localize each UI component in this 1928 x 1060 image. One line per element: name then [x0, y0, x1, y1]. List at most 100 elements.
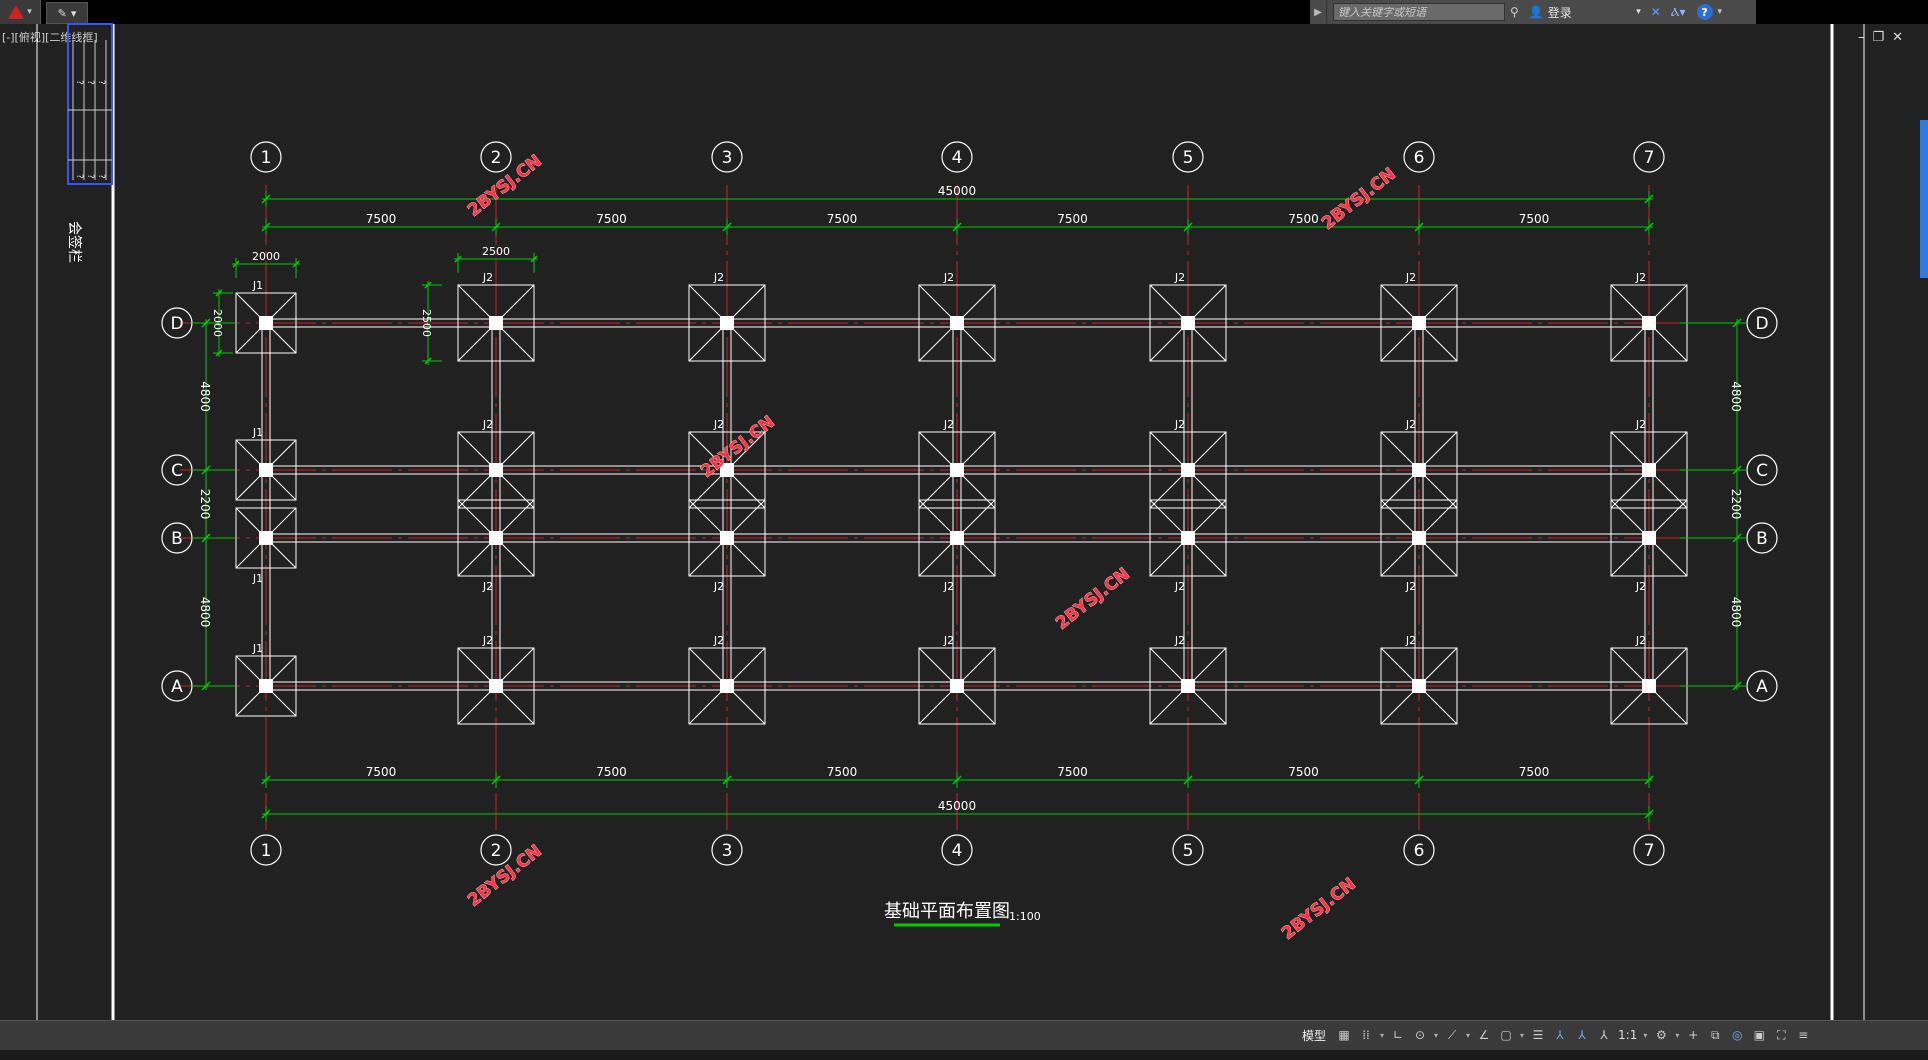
footing-label: J2	[1174, 634, 1185, 647]
footing-label: J2	[482, 634, 493, 647]
isometric-icon[interactable]: ⟋	[1442, 1024, 1462, 1046]
column-stub	[259, 679, 273, 693]
countersign-mark: ?	[85, 80, 95, 85]
customize-menu-icon[interactable]: ≡	[1793, 1024, 1813, 1046]
watermark-text: 2BYSJ.CN	[464, 151, 546, 221]
footing-label: J1	[252, 426, 263, 439]
clean-screen-icon[interactable]: ⛶	[1771, 1024, 1791, 1046]
isolate-objects-icon[interactable]: ◎	[1727, 1024, 1747, 1046]
grid-bubble-label: 4	[952, 148, 963, 168]
grid-bubble-label: 2	[491, 148, 502, 168]
column-stub	[1642, 531, 1656, 545]
column-stub	[1642, 316, 1656, 330]
lineweight-icon[interactable]: ☰	[1528, 1024, 1548, 1046]
countersign-mark: ?	[74, 80, 84, 85]
chevron-down-icon[interactable]: ▾	[1432, 1031, 1440, 1040]
annotation-scale-icon[interactable]: ⅄	[1594, 1024, 1614, 1046]
footing-label: J2	[482, 271, 493, 284]
snap-icon[interactable]: ⁞⁞	[1356, 1024, 1376, 1046]
dimension-text: 45000	[938, 799, 976, 813]
grid-bubble-label: C	[171, 461, 183, 481]
footing-label: J2	[1635, 418, 1646, 431]
plus-icon[interactable]: +	[1683, 1024, 1703, 1046]
footing-label: J2	[1635, 271, 1646, 284]
dimension-text: 7500	[596, 212, 627, 226]
hardware-acceleration-icon[interactable]: ▣	[1749, 1024, 1769, 1046]
dimension-text: 7500	[1288, 765, 1319, 779]
column-stub	[950, 316, 964, 330]
dimension-text: 4800	[1729, 597, 1743, 628]
foundation-plan: J1 J2 J2 J2 J2 J2 J2 J1 J2 J2 J2 J2 J2 J2 J1 J2 J2 J2 J2 J2…	[161, 141, 1778, 944]
grid-icon[interactable]: ▦	[1334, 1024, 1354, 1046]
countersign-mark: ?	[96, 80, 106, 85]
countersign-mark: ?	[96, 174, 106, 179]
drawing-scale: 1:100	[1009, 910, 1041, 923]
footing-label: J2	[1405, 271, 1416, 284]
annotation-visibility-icon[interactable]: ⅄	[1550, 1024, 1570, 1046]
footing-label: J2	[482, 418, 493, 431]
footing-label: J2	[943, 634, 954, 647]
model-space-button[interactable]: 模型	[1296, 1027, 1332, 1044]
column-stub	[489, 531, 503, 545]
countersign-block: ?????? 会签栏	[66, 23, 113, 263]
footing-label: J1	[252, 572, 263, 585]
column-stub	[950, 531, 964, 545]
column-stub	[950, 679, 964, 693]
column-stub	[950, 463, 964, 477]
grid-bubble-label: 5	[1183, 841, 1194, 861]
drawing-title: 基础平面布置图	[884, 901, 1010, 922]
drawing-canvas[interactable]: ?????? 会签栏 J1 J2 J2 J2 J2 J2 J2 J1 J2 J2 J2 J2 J2 J2 J…	[0, 0, 1928, 1060]
column-stub	[259, 316, 273, 330]
footing-label: J2	[482, 580, 493, 593]
dimension-text: 2000	[211, 309, 224, 337]
grid-bubble-label: D	[170, 314, 183, 334]
annotation-scale-value[interactable]: 1:1	[1616, 1028, 1639, 1042]
watermark-text: 2BYSJ.CN	[1052, 564, 1134, 634]
dimension-text: 45000	[938, 184, 976, 198]
status-bar-tools: 模型 ▦ ⁞⁞ ▾ ∟ ⊙ ▾ ⟋ ▾ ∠ ▢ ▾ ☰ ⅄ ⅄ ⅄ 1:1 ▾ …	[1296, 1022, 1813, 1048]
drawing-frame	[36, 24, 1865, 1020]
dimension-text: 7500	[1519, 212, 1550, 226]
chevron-down-icon[interactable]: ▾	[1464, 1031, 1472, 1040]
column-stub	[720, 316, 734, 330]
units-icon[interactable]: ⧉	[1705, 1024, 1725, 1046]
column-stub	[720, 531, 734, 545]
object-snap-tracking-icon[interactable]: ∠	[1474, 1024, 1494, 1046]
column-stub	[720, 679, 734, 693]
grid-bubble-label: B	[1756, 529, 1768, 549]
chevron-down-icon[interactable]: ▾	[1378, 1031, 1386, 1040]
footing-label: J2	[943, 271, 954, 284]
grid-bubble-label: A	[1756, 677, 1768, 697]
column-stub	[259, 531, 273, 545]
polar-tracking-icon[interactable]: ⊙	[1410, 1024, 1430, 1046]
watermark-text: 2BYSJ.CN	[1278, 874, 1360, 944]
footing-label: J2	[713, 634, 724, 647]
grid-bubble-label: 3	[722, 841, 733, 861]
dimension-text: 7500	[366, 212, 397, 226]
dimension-text: 4800	[1729, 381, 1743, 412]
grid-bubble-label: 7	[1644, 148, 1655, 168]
grid-bubble-label: 3	[722, 148, 733, 168]
column-stub	[1642, 463, 1656, 477]
chevron-down-icon[interactable]: ▾	[1641, 1031, 1649, 1040]
ortho-icon[interactable]: ∟	[1388, 1024, 1408, 1046]
chevron-down-icon[interactable]: ▾	[1518, 1031, 1526, 1040]
grid-bubble-label: 4	[952, 841, 963, 861]
countersign-mark: ?	[74, 174, 84, 179]
grid-bubble-label: A	[171, 677, 183, 697]
object-snap-icon[interactable]: ▢	[1496, 1024, 1516, 1046]
grid-bubble-label: B	[171, 529, 183, 549]
footing-label: J2	[713, 418, 724, 431]
footing-label: J2	[1174, 271, 1185, 284]
chevron-down-icon[interactable]: ▾	[1673, 1031, 1681, 1040]
gear-icon[interactable]: ⚙	[1651, 1024, 1671, 1046]
footing-label: J1	[252, 279, 263, 292]
column-stub	[1181, 463, 1195, 477]
dimension-text: 2200	[198, 489, 212, 520]
auto-scale-icon[interactable]: ⅄	[1572, 1024, 1592, 1046]
dimension-text: 7500	[1519, 765, 1550, 779]
watermark-text: 2BYSJ.CN	[464, 841, 546, 911]
footing-label: J2	[713, 271, 724, 284]
grid-bubble-label: 5	[1183, 148, 1194, 168]
dimension-text: 7500	[827, 212, 858, 226]
